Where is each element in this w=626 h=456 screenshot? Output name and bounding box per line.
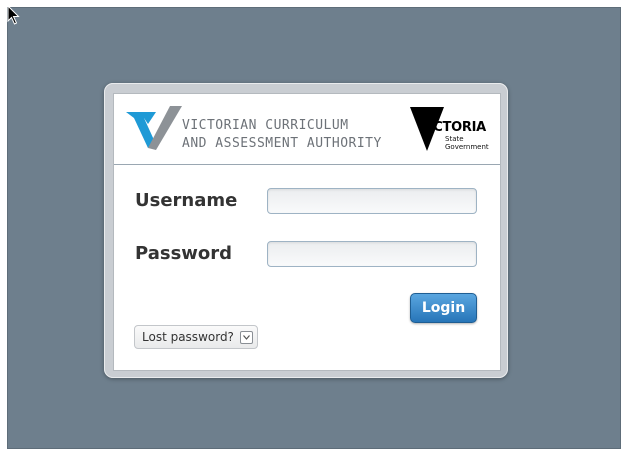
password-input[interactable] (267, 241, 477, 267)
vcaa-name-line1: VICTORIAN CURRICULUM (182, 118, 349, 133)
password-label: Password (135, 243, 233, 264)
chevron-down-icon (239, 330, 253, 344)
vcaa-name-line2: AND ASSESSMENT AUTHORITY (182, 136, 382, 151)
state-text: State (445, 135, 464, 143)
vcaa-name: VICTORIAN CURRICULUM AND ASSESSMENT AUTH… (182, 117, 382, 153)
username-input[interactable] (267, 188, 477, 214)
username-label: Username (135, 190, 238, 211)
arrow-cursor-icon (7, 5, 20, 25)
government-text: Government (445, 143, 489, 151)
dialog-header: VICTORIAN CURRICULUM AND ASSESSMENT AUTH… (114, 94, 500, 164)
lost-password-label: Lost password? (142, 330, 234, 344)
login-dialog: VICTORIAN CURRICULUM AND ASSESSMENT AUTH… (113, 93, 501, 371)
state-government-text: State Government (445, 135, 490, 151)
victoria-wordmark: VICTORIA (419, 120, 486, 135)
lost-password-dropdown[interactable]: Lost password? (134, 325, 258, 349)
vcaa-logo-icon (126, 106, 182, 150)
login-button[interactable]: Login (410, 293, 477, 323)
header-divider (114, 164, 500, 165)
